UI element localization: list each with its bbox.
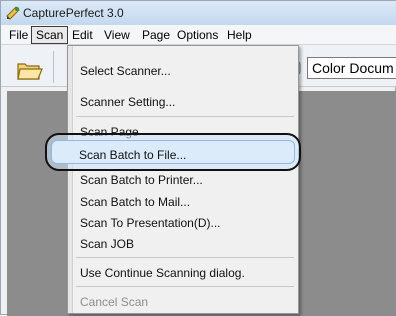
menu-item-cancel-scan: Cancel Scan xyxy=(80,295,149,309)
menu-scan[interactable]: Scan xyxy=(31,26,69,44)
menu-help[interactable]: Help xyxy=(223,26,256,44)
window-title: CapturePerfect 3.0 xyxy=(23,6,124,20)
menu-gutter xyxy=(68,46,73,313)
color-mode-dropdown[interactable]: Color Docum xyxy=(307,57,396,79)
menu-bar: File Scan Edit View Page Options Help xyxy=(1,25,396,45)
menu-separator xyxy=(76,286,294,287)
app-window: CapturePerfect 3.0 File Scan Edit View P… xyxy=(0,0,396,316)
menu-item-scanner-setting[interactable]: Scanner Setting... xyxy=(80,95,175,109)
menu-view[interactable]: View xyxy=(100,26,134,44)
menu-item-scan-to-presentation[interactable]: Scan To Presentation(D)... xyxy=(80,216,221,230)
scan-menu-dropdown: Select Scanner... Scanner Setting... Sca… xyxy=(67,45,299,314)
menu-edit[interactable]: Edit xyxy=(68,26,97,44)
menu-options[interactable]: Options xyxy=(173,26,222,44)
menu-item-scan-batch-to-file-highlighted[interactable]: Scan Batch to File... xyxy=(79,148,186,162)
menu-item-scan-batch-to-mail[interactable]: Scan Batch to Mail... xyxy=(80,195,190,209)
menu-item-select-scanner[interactable]: Select Scanner... xyxy=(80,64,171,78)
toolbar-separator xyxy=(53,51,54,83)
title-bar: CapturePerfect 3.0 xyxy=(1,1,396,25)
capture-app-icon xyxy=(5,5,21,21)
menu-item-continue-scanning[interactable]: Use Continue Scanning dialog. xyxy=(80,266,245,280)
open-folder-icon[interactable] xyxy=(15,57,43,83)
menu-item-scan-batch-to-printer[interactable]: Scan Batch to Printer... xyxy=(80,173,203,187)
menu-separator xyxy=(76,257,294,258)
menu-page[interactable]: Page xyxy=(138,26,174,44)
menu-item-scan-job[interactable]: Scan JOB xyxy=(80,237,134,251)
menu-file[interactable]: File xyxy=(5,26,32,44)
menu-separator xyxy=(76,116,294,117)
